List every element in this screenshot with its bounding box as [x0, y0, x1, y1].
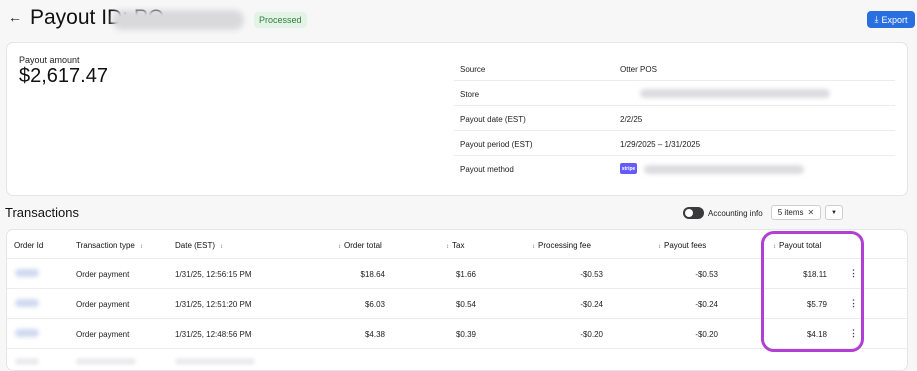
sort-icon: ↕	[338, 244, 341, 250]
sort-icon: ↕	[220, 244, 224, 250]
items-filter-chip[interactable]: 5 items ✕	[771, 205, 821, 220]
redacted-payout-account	[644, 165, 804, 174]
cell-transaction-type: Order payment	[76, 330, 130, 339]
detail-label: Payout method	[460, 165, 514, 174]
redacted-order-id[interactable]	[15, 329, 39, 337]
stripe-logo-icon: stripe	[620, 163, 637, 174]
sort-icon: ↕	[139, 244, 143, 250]
detail-label: Payout period (EST)	[460, 140, 533, 149]
cell-order-total: $18.64	[360, 270, 385, 279]
sort-icon: ↕	[532, 244, 535, 250]
redacted-order-id[interactable]	[15, 269, 39, 277]
placeholder	[15, 358, 39, 365]
items-chip-label: 5 items	[777, 208, 804, 217]
col-tax[interactable]: ↕ Tax	[446, 241, 464, 250]
cell-processing-fee: -$0.20	[580, 330, 603, 339]
cell-payout-fees: -$0.53	[695, 270, 718, 279]
detail-row-store: Store	[454, 80, 895, 106]
detail-label: Store	[460, 90, 480, 99]
detail-label: Source	[460, 65, 486, 74]
cell-date: 1/31/25, 12:48:56 PM	[175, 330, 252, 339]
col-processing-fee[interactable]: ↕ Processing fee	[532, 241, 591, 250]
export-button[interactable]: ⤓ Export	[867, 11, 915, 28]
table-row-partial	[7, 349, 907, 370]
payout-summary-card: Payout amount $2,617.47 Source Otter POS…	[6, 42, 908, 196]
cell-tax: $1.66	[455, 270, 476, 279]
detail-value: 1/29/2025 – 1/31/2025	[620, 140, 701, 149]
cell-order-total: $4.38	[364, 330, 385, 339]
cell-date: 1/31/25, 12:56:15 PM	[175, 270, 252, 279]
download-icon: ⤓	[874, 14, 879, 24]
col-payout-fees[interactable]: ↕ Payout fees	[658, 241, 706, 250]
cell-payout-fees: -$0.24	[695, 300, 718, 309]
sort-icon: ↕	[446, 244, 449, 250]
cell-order-total: $6.03	[364, 300, 385, 309]
cell-transaction-type: Order payment	[76, 300, 130, 309]
col-transaction-type[interactable]: Transaction type ↕	[76, 241, 143, 250]
cell-processing-fee: -$0.24	[580, 300, 603, 309]
cell-processing-fee: -$0.53	[580, 270, 603, 279]
toggle-knob	[685, 209, 693, 217]
chevron-down-icon[interactable]: ▼	[825, 205, 843, 220]
detail-value: Otter POS	[620, 65, 657, 74]
export-button-label: Export	[881, 14, 908, 25]
col-date[interactable]: Date (EST) ↕	[175, 241, 223, 250]
redacted-payout-id	[112, 10, 244, 30]
payout-amount-label: Payout amount	[19, 55, 80, 65]
payout-total-highlight	[761, 231, 864, 352]
detail-label: Payout date (EST)	[460, 115, 526, 124]
redacted-store-name	[640, 89, 830, 98]
sort-icon: ↕	[658, 244, 661, 250]
detail-row-source: Source Otter POS	[454, 55, 895, 81]
cell-payout-fees: -$0.20	[695, 330, 718, 339]
accounting-info-toggle[interactable]	[683, 207, 704, 219]
close-icon[interactable]: ✕	[808, 208, 815, 217]
cell-tax: $0.39	[455, 330, 476, 339]
accounting-info-label: Accounting info	[708, 209, 763, 218]
detail-row-payout-method: Payout method stripe	[454, 155, 895, 180]
cell-date: 1/31/25, 12:51:20 PM	[175, 300, 252, 309]
detail-row-payout-date: Payout date (EST) 2/2/25	[454, 105, 895, 131]
cell-transaction-type: Order payment	[76, 270, 130, 279]
back-arrow-icon[interactable]: ←	[8, 9, 22, 25]
col-order-total[interactable]: ↕ Order total	[338, 241, 382, 250]
status-badge: Processed	[254, 12, 307, 28]
col-order-id[interactable]: Order Id	[14, 241, 43, 250]
detail-value: 2/2/25	[620, 115, 643, 124]
redacted-order-id[interactable]	[15, 299, 39, 307]
placeholder	[175, 358, 255, 365]
transactions-title: Transactions	[5, 205, 79, 220]
cell-tax: $0.54	[455, 300, 476, 309]
payout-amount-value: $2,617.47	[19, 65, 108, 87]
detail-row-payout-period: Payout period (EST) 1/29/2025 – 1/31/202…	[454, 130, 895, 156]
placeholder	[76, 358, 136, 365]
